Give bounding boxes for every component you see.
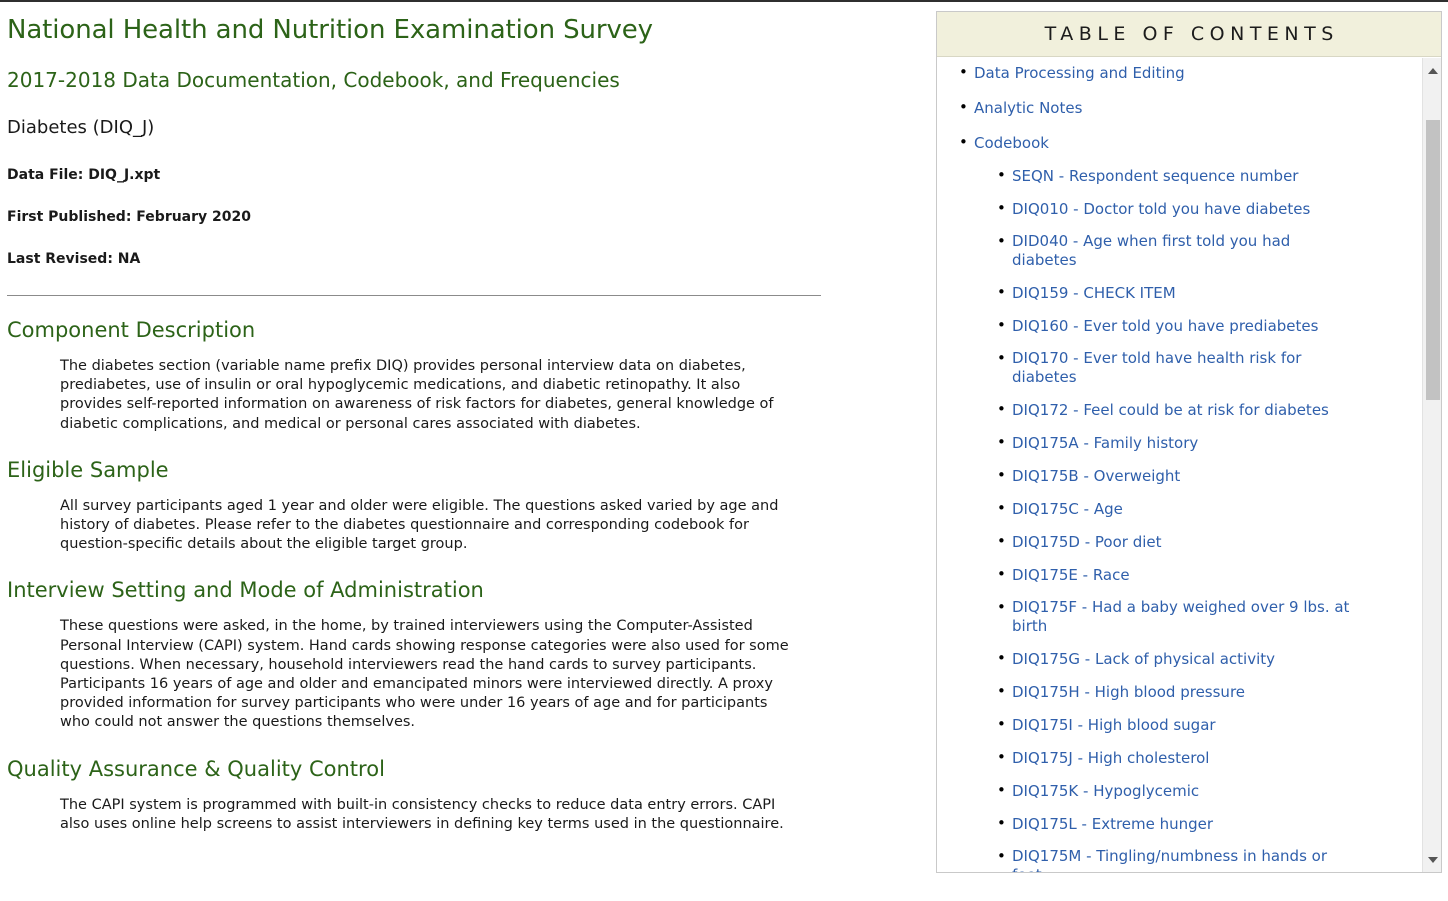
scroll-up-arrow-icon[interactable]	[1423, 62, 1441, 79]
toc-item-diq160[interactable]: DIQ160 - Ever told you have prediabetes	[997, 315, 1422, 336]
toc-item-diq175k[interactable]: DIQ175K - Hypoglycemic	[997, 780, 1422, 801]
section-heading-quality-assurance: Quality Assurance & Quality Control	[7, 756, 385, 781]
document-content: National Health and Nutrition Examinatio…	[0, 0, 900, 834]
section-body-component-description: The diabetes section (variable name pref…	[60, 358, 774, 432]
toc-link-diq010[interactable]: DIQ010 - Doctor told you have diabetes	[1012, 200, 1310, 219]
section-heading-interview-setting: Interview Setting and Mode of Administra…	[7, 578, 484, 603]
section-heading-eligible-sample: Eligible Sample	[7, 457, 169, 482]
toc-link-diq172[interactable]: DIQ172 - Feel could be at risk for diabe…	[1012, 401, 1329, 420]
toc-link-diq175d[interactable]: DIQ175D - Poor diet	[1012, 533, 1162, 552]
toc-link-diq175k[interactable]: DIQ175K - Hypoglycemic	[1012, 782, 1199, 801]
page-title: National Health and Nutrition Examinatio…	[7, 15, 653, 45]
toc-item-diq175l[interactable]: DIQ175L - Extreme hunger	[997, 813, 1422, 834]
triangle-down-icon	[1427, 856, 1438, 863]
toc-item-diq175f[interactable]: DIQ175F - Had a baby weighed over 9 lbs.…	[997, 597, 1422, 636]
toc-link-diq159[interactable]: DIQ159 - CHECK ITEM	[1012, 284, 1176, 303]
toc-item-diq010[interactable]: DIQ010 - Doctor told you have diabetes	[997, 198, 1422, 219]
toc-item-codebook[interactable]: Codebook	[959, 132, 1422, 153]
toc-link-diq175c[interactable]: DIQ175C - Age	[1012, 500, 1123, 519]
toc-item-diq175i[interactable]: DIQ175I - High blood sugar	[997, 714, 1422, 735]
toc-codebook-children-wrapper: SEQN - Respondent sequence number DIQ010…	[974, 165, 1422, 872]
toc-link-diq175e[interactable]: DIQ175E - Race	[1012, 566, 1130, 585]
toc-link-diq175g[interactable]: DIQ175G - Lack of physical activity	[1012, 650, 1275, 669]
toc-item-diq175d[interactable]: DIQ175D - Poor diet	[997, 531, 1422, 552]
scroll-down-arrow-icon[interactable]	[1423, 851, 1441, 868]
toc-item-seqn[interactable]: SEQN - Respondent sequence number	[997, 165, 1422, 186]
section-body-eligible-sample: All survey participants aged 1 year and …	[60, 497, 779, 553]
toc-link-codebook[interactable]: Codebook	[974, 134, 1049, 153]
toc-link-did040[interactable]: DID040 - Age when first told you had dia…	[1012, 232, 1352, 270]
toc-item-diq175e[interactable]: DIQ175E - Race	[997, 564, 1422, 585]
toc-scrollbar-thumb[interactable]	[1426, 120, 1440, 400]
last-revised-label: Last Revised: NA	[7, 251, 141, 267]
table-of-contents-panel: TABLE OF CONTENTS Data Processing and Ed…	[936, 11, 1442, 873]
toc-link-analytic-notes[interactable]: Analytic Notes	[974, 99, 1082, 118]
toc-item-diq159[interactable]: DIQ159 - CHECK ITEM	[997, 282, 1422, 303]
toc-item-diq175h[interactable]: DIQ175H - High blood pressure	[997, 681, 1422, 702]
page-subtitle: 2017-2018 Data Documentation, Codebook, …	[7, 68, 620, 92]
toc-item-diq175b[interactable]: DIQ175B - Overweight	[997, 465, 1422, 486]
toc-item-analytic-notes[interactable]: Analytic Notes	[959, 97, 1422, 118]
section-body-quality-assurance: The CAPI system is programmed with built…	[60, 796, 784, 832]
section-body-interview-setting: These questions were asked, in the home,…	[60, 618, 789, 731]
section-divider	[7, 295, 821, 296]
toc-item-data-processing[interactable]: Data Processing and Editing	[959, 62, 1422, 83]
toc-scrollbar[interactable]	[1422, 58, 1441, 872]
toc-link-data-processing[interactable]: Data Processing and Editing	[974, 64, 1185, 83]
toc-link-diq160[interactable]: DIQ160 - Ever told you have prediabetes	[1012, 317, 1318, 336]
toc-link-diq175m[interactable]: DIQ175M - Tingling/numbness in hands or …	[1012, 847, 1352, 872]
table-of-contents-title: TABLE OF CONTENTS	[937, 12, 1441, 57]
toc-link-diq175l[interactable]: DIQ175L - Extreme hunger	[1012, 815, 1213, 834]
toc-link-diq175i[interactable]: DIQ175I - High blood sugar	[1012, 716, 1216, 735]
toc-item-diq175j[interactable]: DIQ175J - High cholesterol	[997, 747, 1422, 768]
data-file-label: Data File: DIQ_J.xpt	[7, 167, 161, 183]
toc-link-diq175a[interactable]: DIQ175A - Family history	[1012, 434, 1198, 453]
section-heading-component-description: Component Description	[7, 318, 256, 342]
toc-link-diq170[interactable]: DIQ170 - Ever told have health risk for …	[1012, 349, 1352, 387]
toc-item-diq175a[interactable]: DIQ175A - Family history	[997, 432, 1422, 453]
triangle-up-icon	[1427, 67, 1438, 74]
table-of-contents-scrollport[interactable]: Data Processing and Editing Analytic Not…	[937, 58, 1422, 872]
first-published-label: First Published: February 2020	[7, 209, 252, 225]
toc-item-did040[interactable]: DID040 - Age when first told you had dia…	[997, 231, 1422, 270]
toc-link-diq175h[interactable]: DIQ175H - High blood pressure	[1012, 683, 1245, 702]
toc-link-seqn[interactable]: SEQN - Respondent sequence number	[1012, 167, 1298, 186]
table-of-contents-body: Data Processing and Editing Analytic Not…	[937, 58, 1441, 872]
toc-link-diq175b[interactable]: DIQ175B - Overweight	[1012, 467, 1180, 486]
toc-link-diq175j[interactable]: DIQ175J - High cholesterol	[1012, 749, 1209, 768]
toc-link-diq175f[interactable]: DIQ175F - Had a baby weighed over 9 lbs.…	[1012, 598, 1352, 636]
toc-item-diq175g[interactable]: DIQ175G - Lack of physical activity	[997, 648, 1422, 669]
toc-item-diq175c[interactable]: DIQ175C - Age	[997, 498, 1422, 519]
toc-top-level-list: Data Processing and Editing Analytic Not…	[937, 62, 1422, 872]
component-name-heading: Diabetes (DIQ_J)	[7, 117, 155, 138]
toc-codebook-list: SEQN - Respondent sequence number DIQ010…	[974, 165, 1422, 872]
toc-item-diq175m[interactable]: DIQ175M - Tingling/numbness in hands or …	[997, 846, 1422, 872]
toc-item-diq170[interactable]: DIQ170 - Ever told have health risk for …	[997, 348, 1422, 387]
toc-item-diq172[interactable]: DIQ172 - Feel could be at risk for diabe…	[997, 399, 1422, 420]
